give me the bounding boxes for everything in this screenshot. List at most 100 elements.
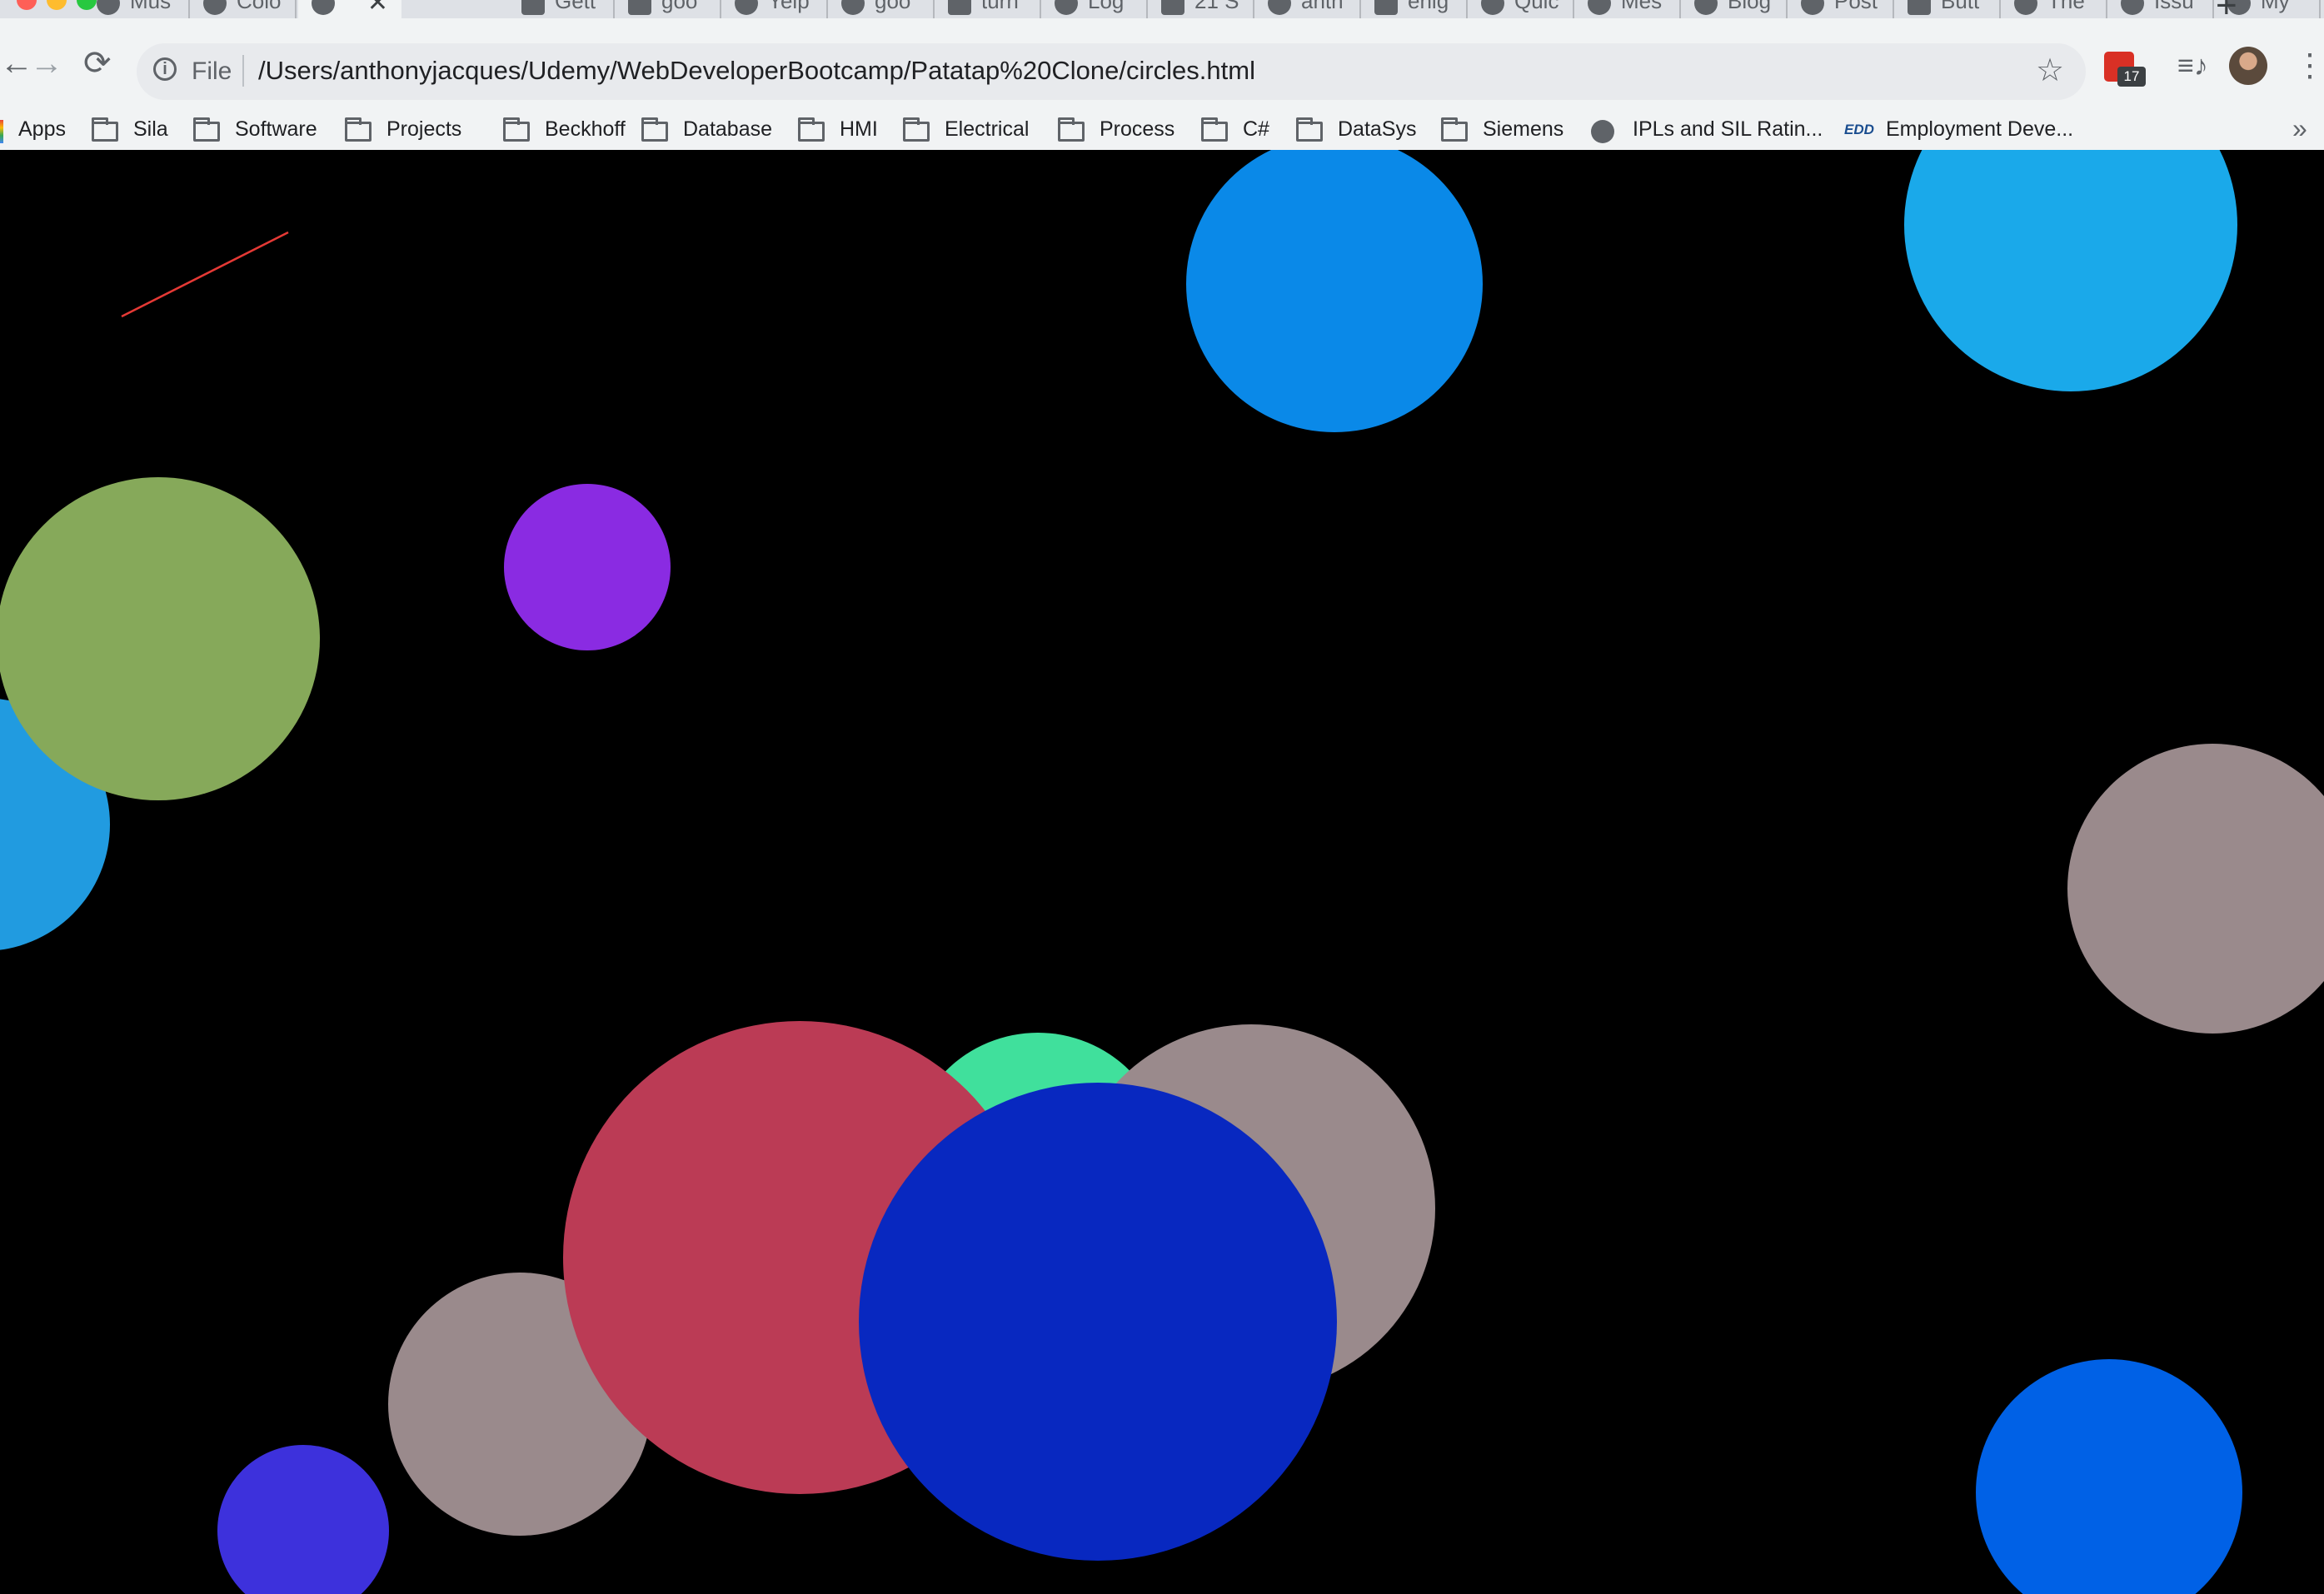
minimize-window-button[interactable]: [47, 0, 67, 10]
close-tab-icon[interactable]: ✕: [367, 0, 388, 17]
book-icon: [1161, 0, 1184, 15]
red-line: [121, 231, 289, 318]
github-icon: [2121, 0, 2144, 15]
apps-icon: [0, 120, 3, 143]
browser-tab[interactable]: Blog: [1681, 0, 1788, 18]
browser-tab[interactable]: Quic: [1468, 0, 1574, 18]
forward-button[interactable]: →: [30, 47, 63, 80]
bookmark-label: Apps: [18, 117, 66, 141]
folder-icon: [193, 117, 220, 142]
circle: [1976, 1359, 2242, 1594]
tab-title: Butt: [1941, 0, 1980, 13]
globe-icon: [735, 0, 758, 15]
folder-icon: [798, 117, 825, 142]
tab-title: Yelp: [768, 0, 810, 13]
tab-title: goo: [875, 0, 911, 13]
browser-tab[interactable]: Mes: [1574, 0, 1681, 18]
tab-title: Mes: [1621, 0, 1663, 13]
h-logo-icon: [1374, 0, 1398, 15]
paper-canvas[interactable]: [0, 150, 2324, 1594]
bookmark-label: HMI: [840, 117, 878, 141]
bookmark-label: C#: [1243, 117, 1269, 141]
browser-menu-icon[interactable]: ⋮: [2294, 47, 2324, 84]
bookmark-label: Sila: [133, 117, 168, 141]
tab-title: Quic: [1514, 0, 1559, 13]
address-bar[interactable]: i File /Users/anthonyjacques/Udemy/WebDe…: [137, 43, 2086, 100]
terminal-icon: [628, 0, 651, 15]
circle: [859, 1083, 1337, 1561]
bookmark-label: DataSys: [1338, 117, 1417, 141]
bookmarks-bar: Apps Sila Software Projects Beckhoff Database…: [0, 112, 2324, 151]
browser-toolbar: ← → ⟳ i File /Users/anthonyjacques/Udemy…: [0, 18, 2324, 112]
tab-title: My: [2261, 0, 2290, 13]
browser-tab[interactable]: turn: [935, 0, 1041, 18]
media-control-icon[interactable]: ≡♪: [2177, 50, 2208, 82]
bookmark-label: Process: [1100, 117, 1175, 141]
back-button[interactable]: ←: [0, 47, 33, 80]
more-bookmarks-button[interactable]: »: [2292, 113, 2307, 144]
browser-tab[interactable]: enig: [1361, 0, 1468, 18]
info-icon[interactable]: i: [153, 57, 177, 81]
github-icon: [1268, 0, 1291, 15]
circle: [1904, 150, 2237, 391]
leaf-icon: [1055, 0, 1078, 15]
browser-tab[interactable]: ✕: [298, 0, 401, 18]
browser-tab[interactable]: anth: [1254, 0, 1361, 18]
bootstrap-icon: [1908, 0, 1931, 15]
address-separator: [242, 55, 244, 87]
browser-tab[interactable]: Colo: [190, 0, 297, 18]
globe-icon: [1591, 120, 1614, 143]
tab-title: Gett: [555, 0, 596, 13]
browser-tab[interactable]: goo: [615, 0, 721, 18]
globe-icon: [203, 0, 227, 15]
globe-icon: [841, 0, 865, 15]
browser-tab[interactable]: Mus: [83, 0, 190, 18]
tab-title: enig: [1408, 0, 1449, 13]
browser-tab[interactable]: goo: [828, 0, 935, 18]
folder-icon: [92, 117, 118, 142]
bookmark-star-icon[interactable]: ☆: [2036, 52, 2064, 89]
moon-icon: [1481, 0, 1504, 15]
bookmark-label: Employment Deve...: [1886, 117, 2074, 141]
bookmark-label: Database: [683, 117, 773, 141]
bookmark-label: IPLs and SIL Ratin...: [1633, 117, 1823, 141]
bookmark-label: Electrical: [945, 117, 1030, 141]
folder-icon: [1441, 117, 1468, 142]
new-tab-button[interactable]: +: [2216, 0, 2237, 18]
circle: [1186, 150, 1483, 432]
globe-icon: [97, 0, 120, 15]
tab-title: Blog: [1728, 0, 1772, 13]
circle: [0, 477, 320, 800]
browser-tab[interactable]: 21 S: [1148, 0, 1254, 18]
tab-title: Issu: [2154, 0, 2194, 13]
tab-title: Post: [1834, 0, 1878, 13]
globe-icon: [312, 0, 335, 15]
tab-title: 21 S: [1194, 0, 1239, 13]
browser-tab[interactable]: Yelp: [721, 0, 828, 18]
browser-tab[interactable]: Butt: [1894, 0, 2001, 18]
tab-title: anth: [1301, 0, 1344, 13]
tab-title: turn: [981, 0, 1019, 13]
reload-button[interactable]: ⟳: [83, 47, 112, 80]
folder-icon: [345, 117, 372, 142]
tab-strip: Mus Colo ✕ Gett goo Yelp goo turn Log 21 S anth eni…: [0, 0, 2324, 18]
profile-avatar[interactable]: [2229, 47, 2267, 85]
browser-tab[interactable]: Log: [1041, 0, 1148, 18]
tab-title: Log: [1088, 0, 1125, 13]
folder-icon: [503, 117, 530, 142]
bookmark-label: Software: [235, 117, 317, 141]
folder-icon: [903, 117, 930, 142]
folder-icon: [1296, 117, 1323, 142]
close-window-button[interactable]: [17, 0, 37, 10]
browser-tab[interactable]: Post: [1788, 0, 1894, 18]
bookmark-label: Siemens: [1483, 117, 1564, 141]
extension-badge: 17: [2117, 67, 2146, 87]
edd-icon: EDD: [1844, 122, 1874, 137]
moon-icon: [1694, 0, 1718, 15]
browser-tab[interactable]: Issu: [2107, 0, 2214, 18]
url-text[interactable]: /Users/anthonyjacques/Udemy/WebDeveloper…: [258, 56, 1255, 86]
browser-tab[interactable]: The: [2001, 0, 2107, 18]
folder-icon: [1201, 117, 1228, 142]
tab-title: The: [2047, 0, 2085, 13]
browser-tab[interactable]: Gett: [508, 0, 615, 18]
